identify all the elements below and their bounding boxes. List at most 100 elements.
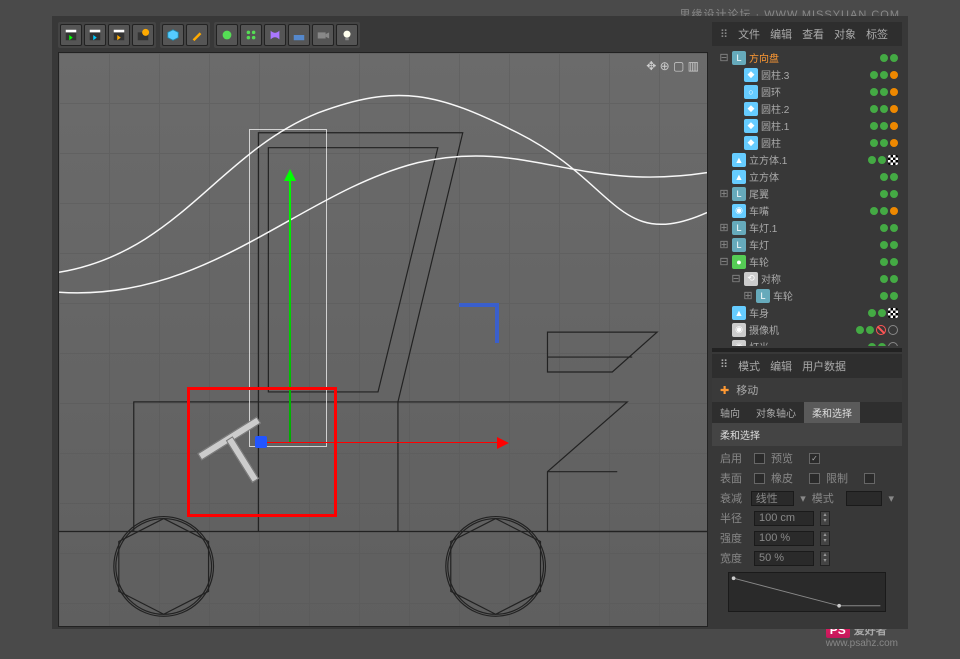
object-name[interactable]: 尾翼 [749,186,877,201]
tree-row[interactable]: ◆圆柱.3 [712,66,902,83]
tag-icon[interactable] [880,292,888,300]
tab-axis[interactable]: 轴向 [712,402,748,423]
width-spinner[interactable]: ▴▾ [820,551,830,566]
strength-spinner[interactable]: ▴▾ [820,531,830,546]
limit-checkbox[interactable] [864,473,875,484]
tag-icon[interactable] [890,105,898,113]
tag-icon[interactable] [888,308,898,318]
clapper-gear-icon[interactable] [132,24,154,46]
tag-icon[interactable] [868,309,876,317]
object-name[interactable]: 车灯 [749,237,877,252]
tag-area[interactable] [880,241,898,249]
enable-checkbox[interactable] [754,453,765,464]
tag-area[interactable] [870,207,898,215]
tree-row[interactable]: ✳灯光 [712,338,902,346]
attr-edit[interactable]: 编辑 [770,358,792,374]
tag-icon[interactable] [890,275,898,283]
object-name[interactable]: 圆柱.1 [761,118,867,133]
tag-icon[interactable] [868,343,876,347]
floor-icon[interactable] [288,24,310,46]
menu-object[interactable]: 对象 [834,26,856,42]
tag-icon[interactable] [866,326,874,334]
tree-row[interactable]: ▲立方体 [712,168,902,185]
tag-area[interactable] [868,342,898,347]
tag-icon[interactable] [878,343,886,347]
tag-area[interactable] [880,173,898,181]
object-name[interactable]: 方向盘 [749,50,877,65]
tag-icon[interactable] [880,139,888,147]
tag-icon[interactable] [890,139,898,147]
expand-icon[interactable]: ⊞ [719,221,729,234]
tab-soft-select[interactable]: 柔和选择 [804,402,860,423]
tree-row[interactable]: ▲车身 [712,304,902,321]
expand-icon[interactable]: ⊞ [719,187,729,200]
tree-row[interactable]: ⊟⟲对称 [712,270,902,287]
tree-row[interactable]: ◉摄像机 [712,321,902,338]
object-name[interactable]: 立方体 [749,169,877,184]
tree-row[interactable]: ⊟L方向盘 [712,49,902,66]
tag-icon[interactable] [890,224,898,232]
tag-icon[interactable] [878,156,886,164]
tag-icon[interactable] [870,105,878,113]
tag-icon[interactable] [890,54,898,62]
tag-area[interactable] [870,88,898,96]
cube-icon[interactable] [162,24,184,46]
tag-icon[interactable] [890,122,898,130]
expand-icon[interactable]: ⊞ [719,238,729,251]
expand-icon[interactable]: ⊟ [731,272,741,285]
expand-icon[interactable]: ⊞ [743,289,753,302]
tag-area[interactable] [870,139,898,147]
attr-mode[interactable]: 模式 [738,358,760,374]
radius-field[interactable]: 100 cm [754,511,814,526]
menu-file[interactable]: 文件 [738,26,760,42]
object-name[interactable]: 圆环 [761,84,867,99]
tag-icon[interactable] [880,258,888,266]
tag-area[interactable] [868,308,898,318]
tag-icon[interactable] [890,173,898,181]
deformer-icon[interactable] [264,24,286,46]
width-field[interactable]: 50 % [754,551,814,566]
tag-icon[interactable] [856,326,864,334]
object-name[interactable]: 圆柱.2 [761,101,867,116]
tag-icon[interactable] [890,241,898,249]
object-name[interactable]: 对称 [761,271,877,286]
clapper-1-icon[interactable] [60,24,82,46]
object-name[interactable]: 圆柱.3 [761,67,867,82]
tag-icon[interactable] [890,71,898,79]
tag-icon[interactable] [880,54,888,62]
tag-icon[interactable] [870,122,878,130]
object-name[interactable]: 车轮 [749,254,877,269]
object-name[interactable]: 立方体.1 [749,152,865,167]
object-name[interactable]: 车灯.1 [749,220,877,235]
tree-row[interactable]: ○圆环 [712,83,902,100]
tag-icon[interactable] [876,325,886,335]
strength-field[interactable]: 100 % [754,531,814,546]
nurbs-icon[interactable] [216,24,238,46]
tag-icon[interactable] [878,309,886,317]
clapper-3-icon[interactable] [108,24,130,46]
tag-icon[interactable] [880,105,888,113]
attr-user[interactable]: 用户数据 [802,358,846,374]
light-icon[interactable] [336,24,358,46]
tag-icon[interactable] [870,139,878,147]
menu-icon[interactable]: ⠿ [720,28,728,41]
tag-icon[interactable] [888,342,898,347]
viewport[interactable]: ✥ ⊕ ▢ ▥ [58,52,708,627]
object-name[interactable]: 车嘴 [749,203,867,218]
clapper-2-icon[interactable] [84,24,106,46]
tree-row[interactable]: ◉车嘴 [712,202,902,219]
object-name[interactable]: 车轮 [773,288,877,303]
tag-icon[interactable] [880,241,888,249]
menu-view[interactable]: 查看 [802,26,824,42]
tag-area[interactable] [880,258,898,266]
tag-icon[interactable] [880,190,888,198]
tag-icon[interactable] [890,88,898,96]
falloff-select[interactable]: 线性 [751,491,795,506]
tag-icon[interactable] [880,71,888,79]
tag-icon[interactable] [890,292,898,300]
menu-edit[interactable]: 编辑 [770,26,792,42]
tab-pivot[interactable]: 对象轴心 [748,402,804,423]
tag-icon[interactable] [890,258,898,266]
object-name[interactable]: 摄像机 [749,322,853,337]
tag-icon[interactable] [870,207,878,215]
